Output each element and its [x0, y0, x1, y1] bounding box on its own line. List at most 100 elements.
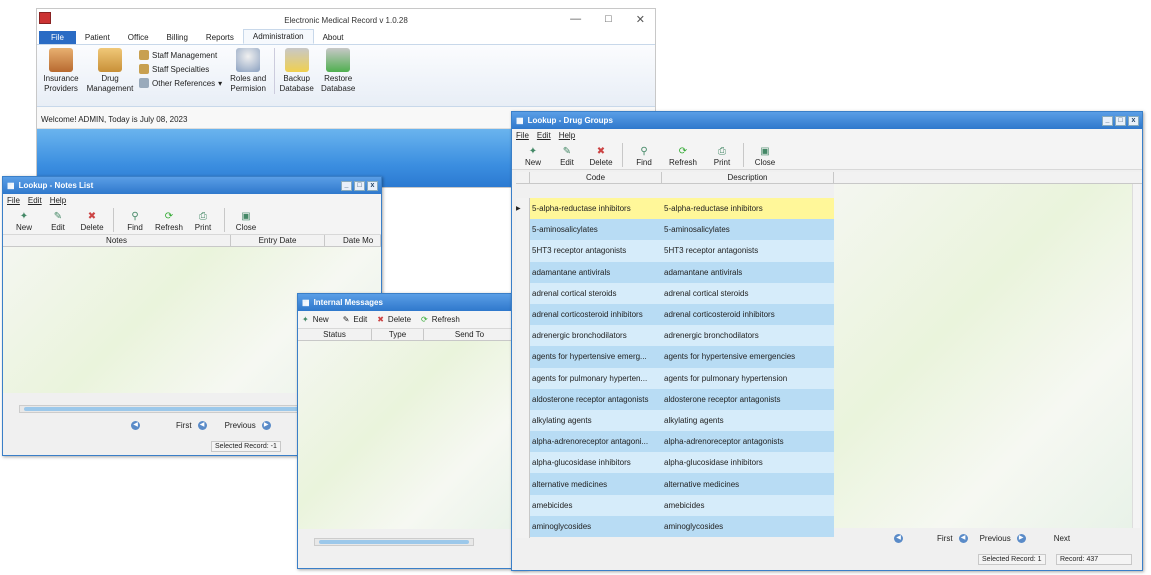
previous-link[interactable]: Previous — [225, 421, 256, 430]
description-cell[interactable]: 5-aminosalicylates — [662, 225, 834, 234]
maximize-icon[interactable]: □ — [605, 13, 612, 26]
code-cell[interactable]: adrenergic bronchodilators — [530, 331, 662, 340]
horizontal-scrollbar[interactable] — [314, 538, 474, 546]
vertical-scrollbar[interactable] — [1132, 184, 1140, 528]
code-cell[interactable]: adamantane antivirals — [530, 268, 662, 277]
staff-specialties-button[interactable]: Staff Specialties — [139, 64, 222, 74]
description-cell[interactable]: aminoglycosides — [662, 522, 834, 531]
description-cell[interactable]: amebicides — [662, 501, 834, 510]
staff-management-button[interactable]: Staff Management — [139, 50, 222, 60]
print-button[interactable]: ⎙ Print — [705, 146, 739, 167]
table-row[interactable]: adamantane antivirals adamantane antivira… — [530, 261, 834, 283]
backup-database-button[interactable]: Backup Database — [274, 48, 314, 94]
table-row[interactable]: adrenergic bronchodilators adrenergic bro… — [530, 325, 834, 347]
description-cell[interactable]: 5HT3 receptor antagonists — [662, 246, 834, 255]
next-icon[interactable]: ▶ — [1016, 534, 1026, 543]
description-cell[interactable]: adrenergic bronchodilators — [662, 331, 834, 340]
table-row[interactable]: 5-alpha-reductase inhibitors 5-alpha-redu… — [530, 198, 834, 220]
tab-reports[interactable]: Reports — [197, 31, 243, 44]
code-cell[interactable]: agents for hypertensive emerg... — [530, 352, 662, 361]
table-row[interactable]: 5-aminosalicylates 5-aminosalicylates — [530, 219, 834, 241]
edit-button[interactable]: ✎ Edit — [550, 146, 584, 167]
refresh-button[interactable]: ⟳ Refresh — [152, 211, 186, 232]
tab-file[interactable]: File — [39, 31, 76, 44]
new-button[interactable]: ✦ New — [516, 146, 550, 167]
col-status[interactable]: Status — [298, 329, 372, 340]
tab-office[interactable]: Office — [119, 31, 158, 44]
description-cell[interactable]: alpha-adrenoreceptor antagonists — [662, 437, 834, 446]
menu-help[interactable]: Help — [559, 131, 575, 140]
new-button[interactable]: New — [313, 315, 329, 324]
maximize-icon[interactable]: □ — [1115, 115, 1126, 126]
table-row[interactable]: adrenal corticosteroid inhibitors adrenal… — [530, 303, 834, 326]
col-type[interactable]: Type — [372, 329, 424, 340]
delete-button[interactable]: ✖ Delete — [75, 211, 109, 232]
edit-button[interactable]: Edit — [353, 315, 367, 324]
col-date-modified[interactable]: Date Mo — [325, 235, 381, 246]
description-cell[interactable]: alkylating agents — [662, 416, 834, 425]
col-description[interactable]: Description — [662, 172, 834, 183]
code-cell[interactable]: alpha-glucosidase inhibitors — [530, 458, 662, 467]
code-cell[interactable]: aminoglycosides — [530, 522, 662, 531]
description-cell[interactable]: aldosterone receptor antagonists — [662, 395, 834, 404]
table-row[interactable]: alpha-adrenoreceptor antagoni... alpha-ad… — [530, 431, 834, 453]
next-link[interactable]: Next — [1054, 534, 1070, 543]
table-row[interactable]: agents for pulmonary hyperten... agents f… — [530, 367, 834, 389]
menu-file[interactable]: File — [7, 196, 20, 205]
menu-file[interactable]: File — [516, 131, 529, 140]
code-cell[interactable]: adrenal cortical steroids — [530, 289, 662, 298]
first-icon[interactable]: ◀ — [894, 534, 903, 543]
find-button[interactable]: ⚲ Find — [627, 146, 661, 167]
drug-management-button[interactable]: Drug Management — [85, 48, 135, 94]
table-row[interactable]: 5HT3 receptor antagonists 5HT3 receptor a… — [530, 240, 834, 262]
previous-icon[interactable]: ◀ — [197, 421, 207, 430]
minimize-icon[interactable]: — — [570, 13, 581, 26]
insurance-providers-button[interactable]: Insurance Providers — [41, 48, 81, 94]
menu-edit[interactable]: Edit — [28, 196, 42, 205]
refresh-button[interactable]: ⟳ Refresh — [661, 146, 705, 167]
description-cell[interactable]: adamantane antivirals — [662, 268, 834, 277]
table-row[interactable]: agents for hypertensive emerg... agents f… — [530, 346, 834, 368]
code-cell[interactable]: alternative medicines — [530, 480, 662, 489]
col-send-to[interactable]: Send To — [424, 329, 516, 340]
tab-about[interactable]: About — [314, 31, 353, 44]
menu-edit[interactable]: Edit — [537, 131, 551, 140]
minimize-icon[interactable]: _ — [341, 180, 352, 191]
code-cell[interactable]: alpha-adrenoreceptor antagoni... — [530, 437, 662, 446]
tab-administration[interactable]: Administration — [242, 29, 314, 44]
close-icon[interactable]: ✕ — [636, 13, 645, 26]
table-row[interactable]: aldosterone receptor antagonists aldoster… — [530, 388, 834, 410]
code-cell[interactable]: aldosterone receptor antagonists — [530, 395, 662, 404]
print-button[interactable]: ⎙ Print — [186, 211, 220, 232]
code-cell[interactable]: agents for pulmonary hyperten... — [530, 374, 662, 383]
first-icon[interactable]: ◀ — [131, 421, 140, 430]
table-row[interactable]: alpha-glucosidase inhibitors alpha-glucos… — [530, 452, 834, 474]
description-cell[interactable]: adrenal cortical steroids — [662, 289, 834, 298]
code-cell[interactable]: 5-aminosalicylates — [530, 225, 662, 234]
description-cell[interactable]: adrenal corticosteroid inhibitors — [662, 310, 834, 319]
delete-button[interactable]: ✖ Delete — [584, 146, 618, 167]
roles-button[interactable]: Roles and Permision — [226, 48, 270, 94]
description-cell[interactable]: alternative medicines — [662, 480, 834, 489]
col-code[interactable]: Code — [530, 172, 662, 183]
previous-icon[interactable]: ◀ — [958, 534, 968, 543]
maximize-icon[interactable]: □ — [354, 180, 365, 191]
refresh-button[interactable]: Refresh — [432, 315, 460, 324]
first-link[interactable]: First — [937, 534, 953, 543]
previous-arrow-icon[interactable]: ▶ — [261, 421, 271, 430]
col-notes[interactable]: Notes — [3, 235, 231, 246]
description-cell[interactable]: 5-alpha-reductase inhibitors — [662, 204, 834, 213]
other-references-button[interactable]: Other References ▾ — [139, 78, 222, 88]
close-button[interactable]: ▣ Close — [229, 211, 263, 232]
tab-billing[interactable]: Billing — [158, 31, 197, 44]
minimize-icon[interactable]: _ — [1102, 115, 1113, 126]
close-icon[interactable]: x — [367, 180, 378, 191]
table-row[interactable]: amebicides amebicides — [530, 494, 834, 516]
close-icon[interactable]: x — [1128, 115, 1139, 126]
tab-patient[interactable]: Patient — [76, 31, 119, 44]
scroll-thumb[interactable] — [24, 407, 304, 411]
menu-help[interactable]: Help — [50, 196, 66, 205]
new-button[interactable]: ✦ New — [7, 211, 41, 232]
scroll-thumb[interactable] — [319, 540, 469, 544]
description-cell[interactable]: agents for hypertensive emergencies — [662, 352, 834, 361]
